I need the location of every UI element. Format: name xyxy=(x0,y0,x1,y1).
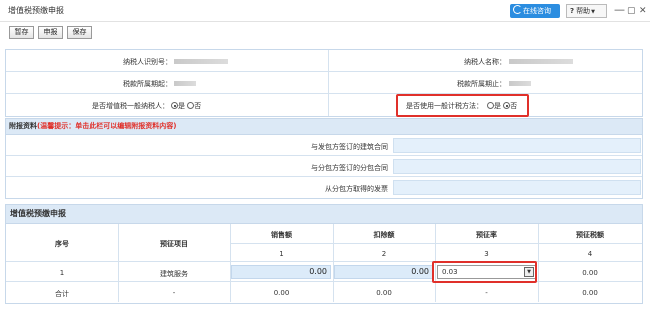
highlight-box-rate xyxy=(432,261,537,283)
seq-header: 序号 xyxy=(55,240,69,248)
total-item: - xyxy=(172,289,176,297)
close-icon[interactable]: ✕ xyxy=(639,4,647,18)
total-tax: 0.00 xyxy=(582,289,598,297)
subcontract-input[interactable] xyxy=(393,159,641,174)
attachment-row: 与发包方签订的建筑合同 xyxy=(6,135,642,156)
sales-input[interactable]: 0.00 xyxy=(231,265,331,279)
window-title: 增值税预缴申报 xyxy=(8,6,64,15)
row-seq: 1 xyxy=(59,269,65,277)
prepay-header: 增值税预缴申报 xyxy=(5,204,643,224)
attachment-header[interactable]: 附报资料(温馨提示：单击此栏可以编辑附报资料内容) xyxy=(5,118,643,135)
general-yes-radio[interactable] xyxy=(171,102,178,109)
refresh-icon xyxy=(513,5,522,14)
general-no-label: 否 xyxy=(194,102,202,110)
total-deduct: 0.00 xyxy=(376,289,392,297)
attachment-row: 从分包方取得的发票 xyxy=(6,177,642,198)
taxpayer-name-value xyxy=(509,59,573,64)
sales-header: 销售额 xyxy=(271,231,292,239)
highlight-box-method xyxy=(396,94,529,117)
taxpayer-id-label: 纳税人识别号： xyxy=(123,58,172,66)
save-button[interactable]: 保存 xyxy=(67,26,92,39)
help-icon: ? xyxy=(570,7,575,15)
save-temp-button[interactable]: 暂存 xyxy=(9,26,34,39)
taxpayer-row-2: 税款所属期起： 税款所属期止： xyxy=(6,72,642,94)
period-start-value xyxy=(174,81,196,86)
rate-header: 预征率 xyxy=(476,231,497,239)
row-item: 建筑服务 xyxy=(160,270,188,278)
attachment-title: 附报资料 xyxy=(9,122,37,130)
deduct-input[interactable]: 0.00 xyxy=(334,265,433,279)
online-consult-button[interactable]: 在线咨询 xyxy=(510,4,560,18)
minimize-icon[interactable]: — xyxy=(614,3,625,17)
toolbar: 暂存 申报 保存 xyxy=(0,22,650,42)
total-sales: 0.00 xyxy=(273,289,290,297)
item-header: 预征项目 xyxy=(160,240,188,248)
taxpayer-row-1: 纳税人识别号： 纳税人名称： xyxy=(6,50,642,72)
col-num: 3 xyxy=(484,250,489,258)
declare-button[interactable]: 申报 xyxy=(38,26,63,39)
attachment-tip: (温馨提示：单击此栏可以编辑附报资料内容) xyxy=(37,122,177,130)
maximize-icon[interactable]: ▢ xyxy=(627,4,636,18)
total-rate: - xyxy=(485,289,488,297)
row-tax: 0.00 xyxy=(582,269,598,277)
contract-input[interactable] xyxy=(393,138,641,153)
taxpayer-name-label: 纳税人名称： xyxy=(464,58,506,66)
tax-header: 预征税额 xyxy=(576,231,604,239)
prepay-table: 序号 预征项目 销售额 扣除额 预征率 预征税额 1 2 3 4 1 建筑服务 … xyxy=(5,224,643,304)
taxpayer-id-value xyxy=(174,59,228,64)
online-consult-label: 在线咨询 xyxy=(523,7,551,15)
period-end-label: 税款所属期止： xyxy=(457,80,506,88)
col-num: 4 xyxy=(587,250,593,258)
taxpayer-info-table: 纳税人识别号： 纳税人名称： 税款所属期起： 税款所属期止： 是否增值税一般纳税… xyxy=(5,49,643,117)
period-start-label: 税款所属期起： xyxy=(123,80,172,88)
deduct-header: 扣除额 xyxy=(373,231,395,239)
help-label: 帮助 xyxy=(576,7,591,15)
general-taxpayer-radio-group: 是 否 xyxy=(171,101,201,111)
title-bar: 增值税预缴申报 在线咨询 ? 帮助▼ — ▢ ✕ xyxy=(0,0,650,22)
attachment-row: 与分包方签订的分包合同 xyxy=(6,156,642,177)
taxpayer-row-3: 是否增值税一般纳税人： 是 否 是否使用一般计税方法： 是 否 xyxy=(6,94,642,116)
general-taxpayer-label: 是否增值税一般纳税人： xyxy=(92,102,169,110)
attachment-label: 从分包方取得的发票 xyxy=(325,185,388,193)
help-button[interactable]: ? 帮助▼ xyxy=(566,4,607,18)
col-num: 1 xyxy=(279,250,284,258)
period-end-value xyxy=(509,81,531,86)
attachment-label: 与分包方签订的分包合同 xyxy=(311,164,388,172)
chevron-down-icon: ▼ xyxy=(591,9,595,15)
attachment-label: 与发包方签订的建筑合同 xyxy=(311,143,388,151)
prepay-title: 增值税预缴申报 xyxy=(10,209,66,218)
invoice-input[interactable] xyxy=(393,180,641,195)
total-seq: 合计 xyxy=(55,290,69,298)
general-yes-label: 是 xyxy=(178,102,185,110)
col-num: 2 xyxy=(381,250,387,258)
attachment-table: 与发包方签订的建筑合同 与分包方签订的分包合同 从分包方取得的发票 xyxy=(5,135,643,199)
